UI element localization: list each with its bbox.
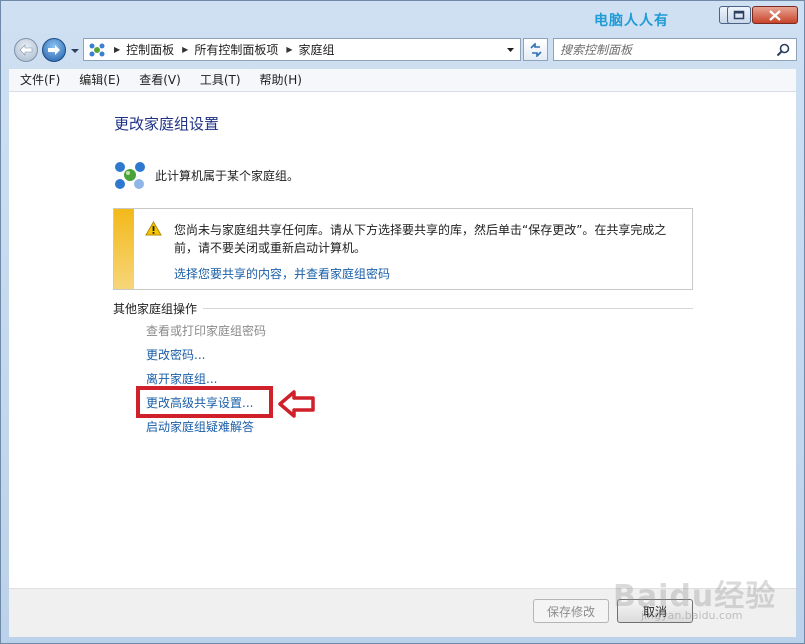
- homegroup-status-text: 此计算机属于某个家庭组。: [155, 168, 300, 183]
- breadcrumb-item[interactable]: 家庭组: [299, 41, 335, 58]
- address-dropdown-icon[interactable]: [506, 46, 515, 54]
- homegroup-troubleshooter-link[interactable]: 启动家庭组疑难解答: [146, 418, 254, 435]
- address-bar[interactable]: ▶ 控制面板 ▶ 所有控制面板项 ▶ 家庭组: [83, 38, 521, 61]
- save-changes-button[interactable]: 保存修改: [533, 599, 609, 623]
- other-actions-title: 其他家庭组操作: [113, 301, 198, 316]
- search-input[interactable]: [560, 41, 760, 58]
- change-password-link[interactable]: 更改密码...: [146, 346, 205, 363]
- other-actions-header: 其他家庭组操作: [113, 300, 693, 316]
- breadcrumb-separator-icon[interactable]: ▶: [286, 45, 292, 54]
- homegroup-icon: [115, 162, 145, 189]
- highlight-box: [136, 386, 273, 418]
- search-icon[interactable]: [776, 43, 790, 57]
- breadcrumb-item[interactable]: 所有控制面板项: [194, 41, 278, 58]
- warning-icon: [145, 221, 162, 236]
- control-panel-window: 电脑人人有 ▶ 控制面板 ▶ 所有控制面板项 ▶ 家庭组 搜索控制面板 文件(F…: [0, 0, 805, 644]
- menu-edit[interactable]: 编辑(E): [68, 69, 128, 91]
- menu-tools[interactable]: 工具(T): [189, 69, 249, 91]
- menu-bar: 文件(F) 编辑(E) 查看(V) 工具(T) 帮助(H): [9, 69, 796, 92]
- back-button[interactable]: [14, 38, 38, 62]
- maximize-button[interactable]: [727, 6, 751, 24]
- breadcrumb-separator-icon[interactable]: ▶: [114, 45, 120, 54]
- leave-homegroup-link[interactable]: 离开家庭组...: [146, 370, 217, 387]
- highlight-arrow-icon: [278, 390, 315, 418]
- search-box[interactable]: [553, 38, 797, 61]
- forward-arrow-icon: [48, 45, 60, 55]
- menu-file[interactable]: 文件(F): [9, 69, 68, 91]
- menu-help[interactable]: 帮助(H): [249, 69, 310, 91]
- warning-stripe: [114, 209, 134, 289]
- menu-view[interactable]: 查看(V): [128, 69, 189, 91]
- info-message: 您尚未与家庭组共享任何库。请从下方选择要共享的库，然后单击“保存更改”。在共享完…: [174, 223, 667, 255]
- homegroup-status-row: 此计算机属于某个家庭组。: [113, 158, 299, 192]
- refresh-icon: [529, 42, 542, 57]
- title-bar[interactable]: 电脑人人有: [1, 1, 804, 35]
- refresh-button[interactable]: [523, 38, 548, 61]
- baidu-watermark-url: jingyan.baidu.com: [641, 609, 743, 622]
- breadcrumb-separator-icon[interactable]: ▶: [182, 45, 188, 54]
- recent-pages-dropdown-icon[interactable]: [70, 46, 80, 56]
- close-button[interactable]: [752, 6, 798, 24]
- info-box: 您尚未与家庭组共享任何库。请从下方选择要共享的库，然后单击“保存更改”。在共享完…: [113, 208, 693, 290]
- watermark-title: 电脑人人有: [594, 13, 669, 29]
- breadcrumb-item[interactable]: 控制面板: [126, 41, 174, 58]
- homegroup-small-icon: [89, 43, 105, 56]
- back-arrow-icon: [19, 44, 33, 56]
- address-row: ▶ 控制面板 ▶ 所有控制面板项 ▶ 家庭组: [1, 35, 804, 65]
- page-title: 更改家庭组设置: [114, 115, 220, 133]
- forward-button[interactable]: [42, 38, 66, 62]
- close-icon: [769, 9, 781, 21]
- choose-share-content-link[interactable]: 选择您要共享的内容，并查看家庭组密码: [174, 265, 390, 282]
- divider: [203, 307, 693, 309]
- maximize-icon: [733, 10, 745, 20]
- main-content: 更改家庭组设置 此计算机属于某个家庭组。 您尚未与家庭组共享任何库。请从下方选择…: [9, 92, 796, 588]
- view-print-password-link: 查看或打印家庭组密码: [146, 324, 267, 338]
